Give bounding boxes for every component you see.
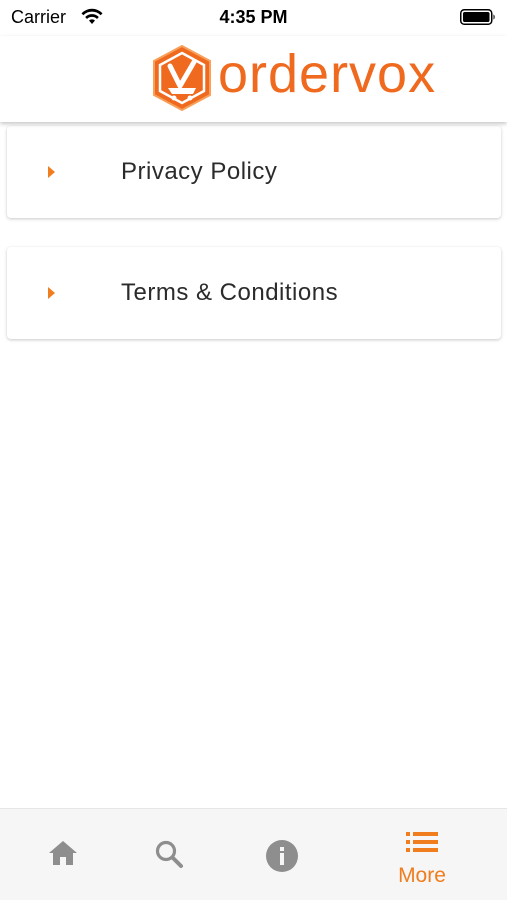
logo-wordmark: ordervox — [218, 44, 437, 104]
list-icon — [406, 832, 438, 852]
bottom-tab-bar: More — [0, 808, 507, 900]
status-bar: Carrier 4:35 PM — [0, 0, 507, 36]
tab-more[interactable]: More — [359, 809, 485, 900]
app-header: ordervox — [0, 36, 507, 122]
tab-info[interactable] — [219, 809, 345, 900]
status-time: 4:35 PM — [219, 7, 288, 27]
caret-right-icon — [48, 287, 55, 299]
privacy-policy-label: Privacy Policy — [121, 158, 278, 185]
search-icon — [155, 840, 183, 868]
info-icon — [266, 840, 298, 872]
terms-conditions-label: Terms & Conditions — [121, 279, 339, 306]
tab-search[interactable] — [106, 809, 232, 900]
privacy-policy-item[interactable]: Privacy Policy — [7, 126, 501, 218]
battery-icon — [460, 9, 495, 25]
ordervox-logo: ordervox — [150, 42, 436, 114]
home-icon — [49, 841, 77, 865]
caret-right-icon — [48, 166, 55, 178]
terms-conditions-item[interactable]: Terms & Conditions — [7, 247, 501, 339]
logo-badge-icon — [153, 44, 211, 112]
tab-more-label: More — [398, 864, 446, 887]
